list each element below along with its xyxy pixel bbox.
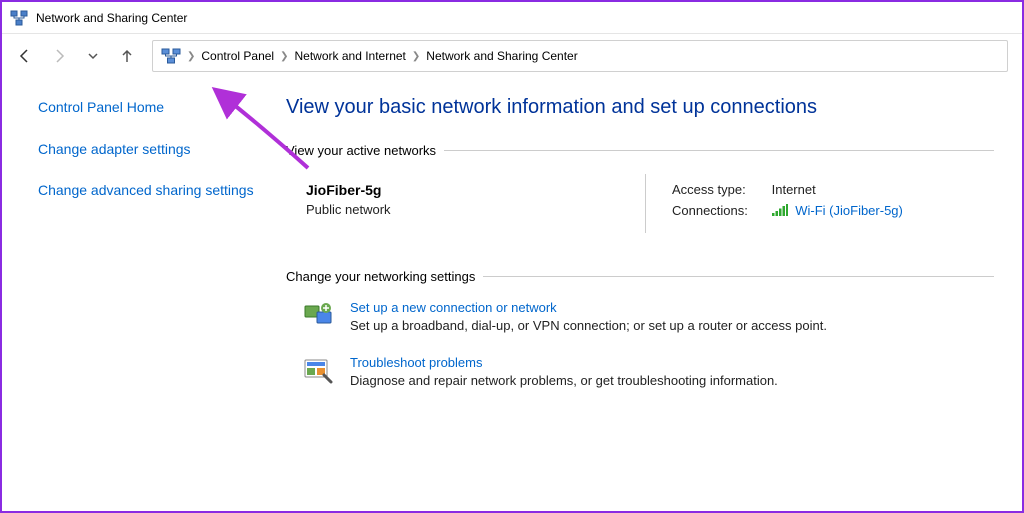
sidebar: Control Panel Home Change adapter settin… bbox=[2, 78, 262, 511]
network-ssid: JioFiber-5g bbox=[306, 182, 645, 198]
troubleshoot-link[interactable]: Troubleshoot problems bbox=[350, 355, 778, 370]
window-title: Network and Sharing Center bbox=[36, 11, 187, 25]
navigation-bar: ❯ Control Panel ❯ Network and Internet ❯… bbox=[2, 34, 1022, 78]
setup-connection-option: Set up a new connection or network Set u… bbox=[302, 300, 994, 333]
network-center-icon bbox=[161, 46, 181, 66]
troubleshoot-option: Troubleshoot problems Diagnose and repai… bbox=[302, 355, 994, 388]
recent-dropdown[interactable] bbox=[84, 47, 102, 65]
up-button[interactable] bbox=[118, 47, 136, 65]
connections-label: Connections: bbox=[672, 203, 768, 218]
setup-connection-icon bbox=[302, 300, 334, 332]
back-button[interactable] bbox=[16, 47, 34, 65]
connection-link[interactable]: Wi-Fi (JioFiber-5g) bbox=[795, 203, 903, 218]
change-advanced-sharing-link[interactable]: Change advanced sharing settings bbox=[38, 181, 262, 201]
wifi-signal-icon bbox=[772, 204, 788, 219]
active-networks: JioFiber-5g Public network Access type: … bbox=[306, 174, 994, 233]
network-type: Public network bbox=[306, 202, 645, 217]
setup-connection-desc: Set up a broadband, dial-up, or VPN conn… bbox=[350, 318, 827, 333]
change-adapter-settings-link[interactable]: Change adapter settings bbox=[38, 140, 262, 160]
breadcrumb-control-panel[interactable]: Control Panel bbox=[201, 49, 274, 63]
change-settings-section: Change your networking settings bbox=[286, 269, 994, 284]
content-area: Control Panel Home Change adapter settin… bbox=[2, 78, 1022, 511]
section-title: Change your networking settings bbox=[286, 269, 475, 284]
access-type-value: Internet bbox=[772, 182, 816, 197]
access-type-label: Access type: bbox=[672, 182, 768, 197]
troubleshoot-icon bbox=[302, 355, 334, 387]
chevron-right-icon: ❯ bbox=[412, 51, 420, 62]
window-titlebar: Network and Sharing Center bbox=[2, 2, 1022, 34]
network-identity: JioFiber-5g Public network bbox=[306, 174, 646, 233]
divider bbox=[444, 150, 994, 151]
setup-connection-link[interactable]: Set up a new connection or network bbox=[350, 300, 827, 315]
network-details: Access type: Internet Connections: Wi-Fi… bbox=[646, 174, 994, 233]
active-networks-section: View your active networks bbox=[286, 143, 994, 158]
breadcrumb-network-sharing[interactable]: Network and Sharing Center bbox=[426, 49, 577, 63]
chevron-right-icon: ❯ bbox=[187, 51, 195, 62]
chevron-right-icon: ❯ bbox=[280, 51, 288, 62]
breadcrumb-network-internet[interactable]: Network and Internet bbox=[295, 49, 406, 63]
network-center-icon bbox=[10, 9, 28, 27]
address-bar[interactable]: ❯ Control Panel ❯ Network and Internet ❯… bbox=[152, 40, 1008, 72]
section-title: View your active networks bbox=[286, 143, 436, 158]
troubleshoot-desc: Diagnose and repair network problems, or… bbox=[350, 373, 778, 388]
control-panel-home-link[interactable]: Control Panel Home bbox=[38, 98, 262, 118]
forward-button[interactable] bbox=[50, 47, 68, 65]
main-panel: View your basic network information and … bbox=[262, 78, 1022, 511]
divider bbox=[483, 276, 994, 277]
page-heading: View your basic network information and … bbox=[286, 96, 994, 119]
